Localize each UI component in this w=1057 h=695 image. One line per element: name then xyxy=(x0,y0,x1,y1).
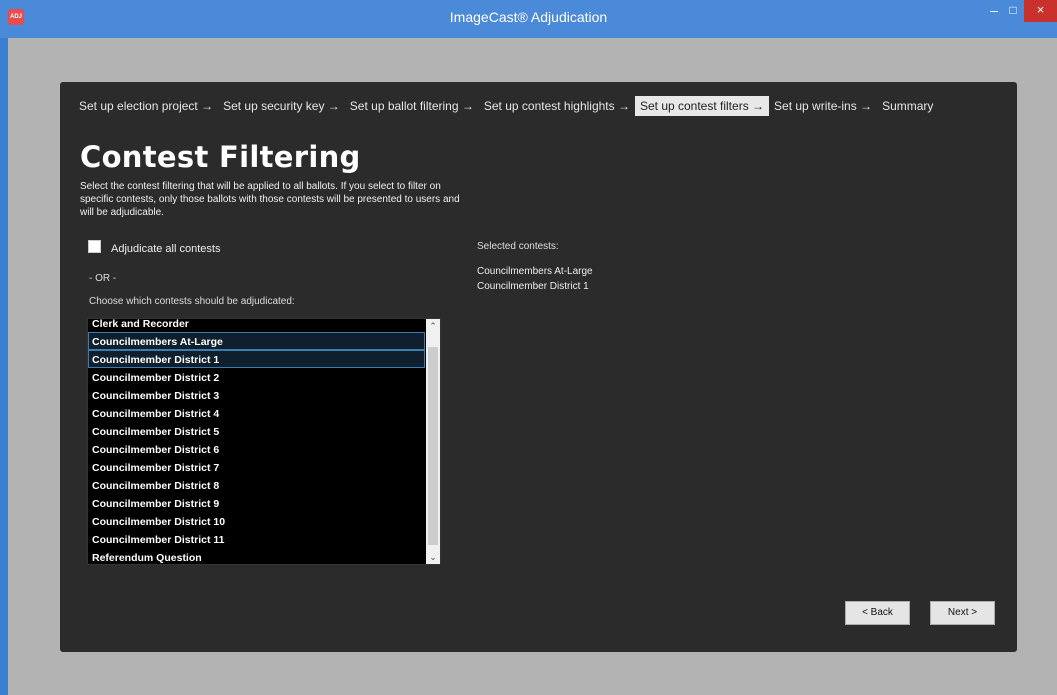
contest-list-item[interactable]: Councilmember District 8 xyxy=(88,476,425,494)
or-separator: - OR - xyxy=(89,273,117,284)
contest-listbox[interactable]: Clerk and Recorder Councilmembers At-Lar… xyxy=(87,318,441,565)
selected-contests-title: Selected contests: xyxy=(477,241,559,252)
adjudicate-all-row[interactable]: Adjudicate all contests xyxy=(88,240,220,255)
wizard-steps: Set up election project → Set up securit… xyxy=(74,95,938,117)
window-title: ImageCast® Adjudication xyxy=(449,9,608,25)
contest-list-item[interactable]: Councilmember District 1 xyxy=(88,350,425,368)
contest-list-item[interactable]: Councilmember District 6 xyxy=(88,440,425,458)
contest-list-item[interactable]: Councilmember District 4 xyxy=(88,404,425,422)
chevron-down-icon[interactable]: ⌄ xyxy=(426,550,440,564)
page-description: Select the contest filtering that will b… xyxy=(80,181,460,218)
contest-list-item[interactable]: Councilmember District 7 xyxy=(88,458,425,476)
adjudicate-all-checkbox[interactable] xyxy=(88,240,101,253)
adjudicate-all-label[interactable]: Adjudicate all contests xyxy=(111,243,220,255)
back-button[interactable]: < Back xyxy=(845,601,910,625)
wizard-panel: Set up election project → Set up securit… xyxy=(60,82,1017,652)
list-scrollbar[interactable]: ⌃ ⌄ xyxy=(426,319,440,564)
page-title: Contest Filtering xyxy=(80,140,361,174)
maximize-button[interactable]: □ xyxy=(1002,0,1024,20)
step-write-ins[interactable]: Set up write-ins → xyxy=(769,96,877,116)
choose-contests-label: Choose which contests should be adjudica… xyxy=(89,296,295,307)
title-bar: ADJ ImageCast® Adjudication – □ × xyxy=(0,0,1057,38)
contest-list-item[interactable]: Councilmember District 11 xyxy=(88,530,425,548)
contest-list-item[interactable]: Councilmembers At-Large xyxy=(88,332,425,350)
selected-contest-item: Councilmember District 1 xyxy=(477,281,589,292)
contest-list-item[interactable]: Councilmember District 10 xyxy=(88,512,425,530)
scrollbar-thumb[interactable] xyxy=(428,347,438,545)
contest-list-item[interactable]: Referendum Question xyxy=(88,548,425,564)
step-ballot-filtering[interactable]: Set up ballot filtering → xyxy=(345,96,479,116)
step-summary[interactable]: Summary xyxy=(877,96,938,116)
step-election-project[interactable]: Set up election project → xyxy=(74,96,218,116)
next-button[interactable]: Next > xyxy=(930,601,995,625)
selected-contests-list: Councilmembers At-Large Councilmember Di… xyxy=(477,264,593,294)
contest-list-item[interactable]: Councilmember District 5 xyxy=(88,422,425,440)
selected-contest-item: Councilmembers At-Large xyxy=(477,266,593,277)
contest-list-item[interactable]: Councilmember District 9 xyxy=(88,494,425,512)
contest-list-item[interactable]: Councilmember District 2 xyxy=(88,368,425,386)
contest-list-item[interactable]: Clerk and Recorder xyxy=(88,319,425,332)
step-contest-filters[interactable]: Set up contest filters → xyxy=(634,96,770,116)
step-security-key[interactable]: Set up security key → xyxy=(218,96,345,116)
chevron-up-icon[interactable]: ⌃ xyxy=(426,319,440,333)
step-contest-highlights[interactable]: Set up contest highlights → xyxy=(479,96,635,116)
contest-list-item[interactable]: Councilmember District 3 xyxy=(88,386,425,404)
close-button[interactable]: × xyxy=(1024,0,1057,22)
